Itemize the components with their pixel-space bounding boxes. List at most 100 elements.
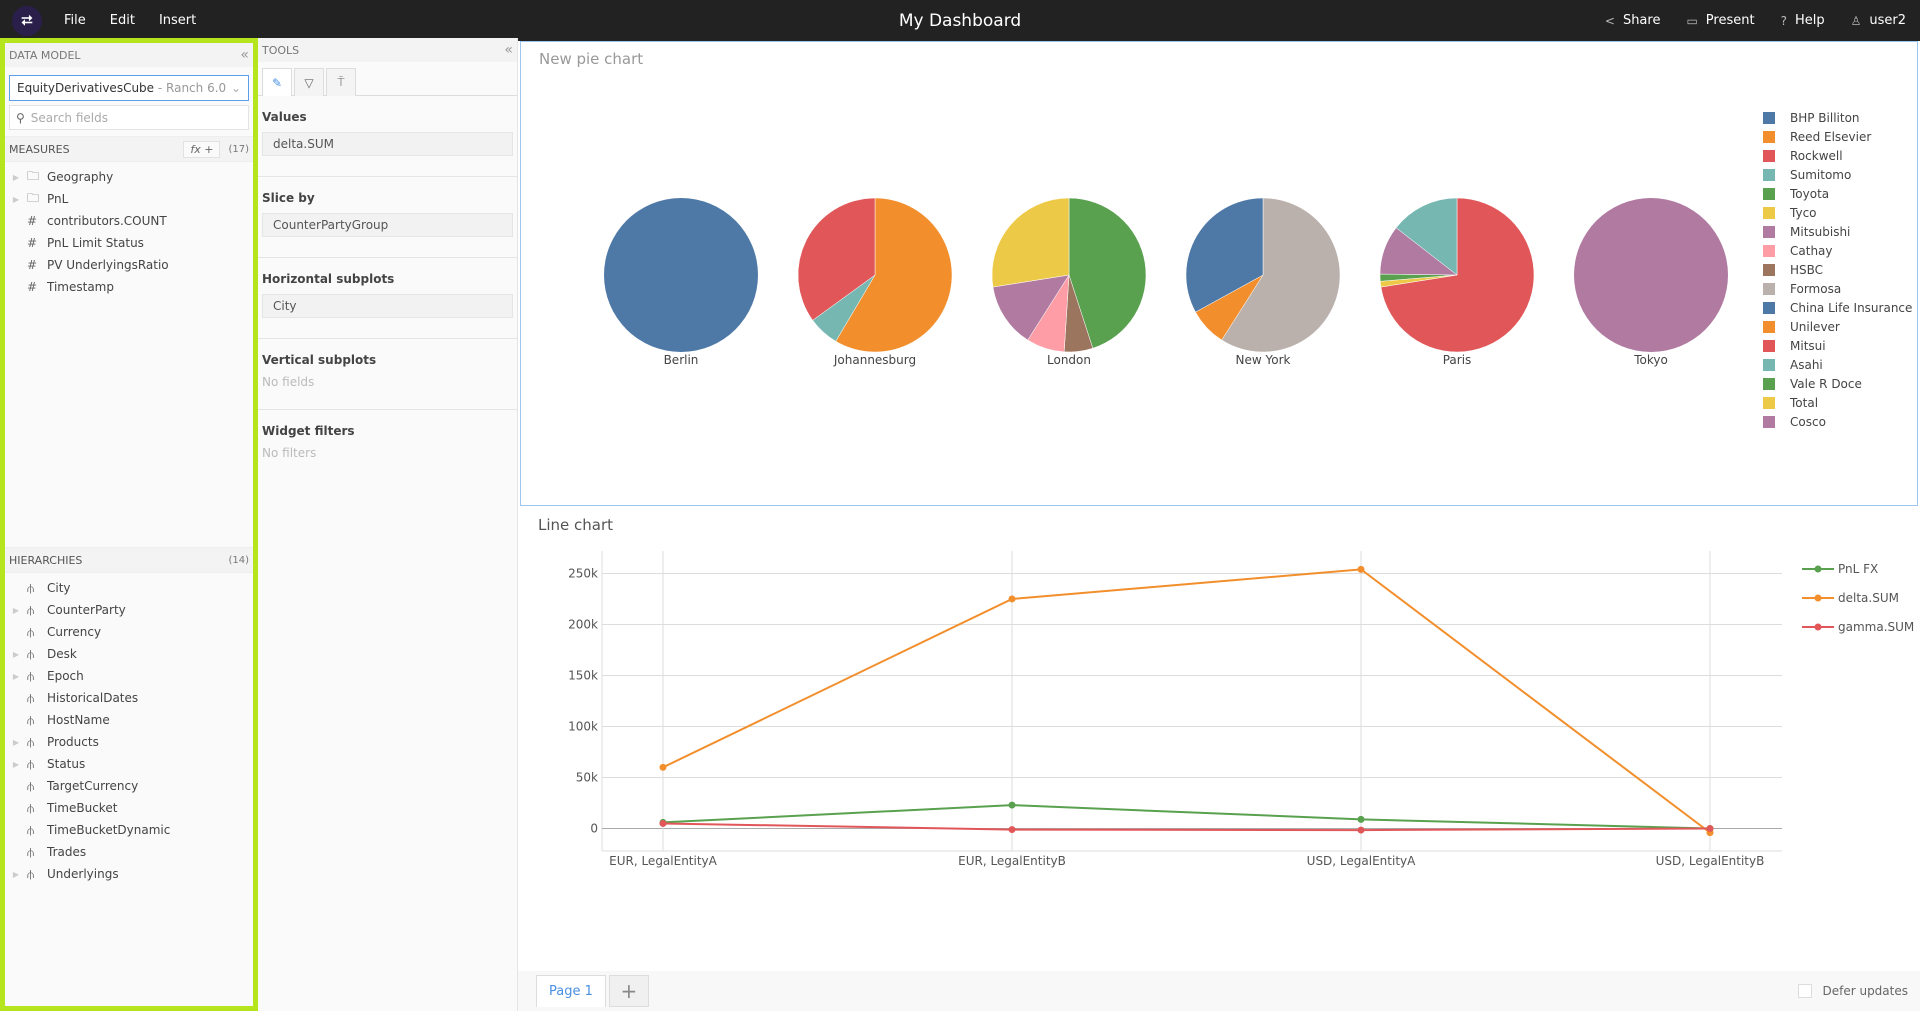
hierarchy-item[interactable]: ⫛ HistoricalDates [5,687,253,709]
hierarchy-item[interactable]: ⫛ City [5,577,253,599]
data-point[interactable] [1008,826,1016,834]
pie-chart-widget[interactable]: New pie chart Berlin Johannesburg London Ne… [520,41,1918,506]
pie-slice[interactable] [604,198,758,352]
present-button[interactable]: ▭ Present [1686,13,1754,28]
pie-slice[interactable] [991,197,1070,288]
data-point[interactable] [659,819,667,827]
series-line[interactable] [662,568,1711,834]
hierarchy-item[interactable]: ⫛ Trades [5,841,253,863]
hierarchy-item[interactable]: ⫛ Currency [5,621,253,643]
measure-item[interactable]: # PV UnderlyingsRatio [5,254,253,276]
expand-icon[interactable]: ▶ [5,738,27,747]
legend-label: Reed Elsevier [1790,130,1871,144]
data-point[interactable] [1008,801,1016,809]
expand-icon[interactable]: ▶ [5,606,27,615]
legend-item[interactable]: Vale R Doce [1763,377,1862,391]
legend-item[interactable]: China Life Insurance [1763,301,1912,315]
style-tab[interactable]: ⍑ [326,68,356,96]
hierarchy-item[interactable]: ▶ ⫛ Epoch [5,665,253,687]
legend-swatch [1763,245,1775,257]
legend-label: gamma.SUM [1838,620,1914,634]
help-button[interactable]: ? Help [1781,13,1825,28]
vertical-subplots-dropzone[interactable]: No fields [262,375,513,389]
data-point[interactable] [1706,825,1714,833]
defer-updates: Defer updates [1798,984,1908,998]
line-legend-item[interactable]: gamma.SUM [1802,620,1914,634]
slice-by-field-chip[interactable]: CounterPartyGroup [262,213,513,237]
app-logo-icon[interactable]: ⮂ [12,5,42,36]
hierarchy-item[interactable]: ▶ ⫛ Products [5,731,253,753]
hierarchy-item[interactable]: ⫛ TimeBucket [5,797,253,819]
hierarchy-item[interactable]: ▶ ⫛ Desk [5,643,253,665]
data-point[interactable] [1357,826,1365,834]
measure-item[interactable]: # PnL Limit Status [5,232,253,254]
legend-item[interactable]: Cathay [1763,244,1833,258]
x-tick-label: USD, LegalEntityA [1307,854,1416,868]
data-point[interactable] [1357,565,1365,573]
search-fields-input[interactable]: ⚲ Search fields [9,105,249,130]
data-point[interactable] [1008,595,1016,603]
widget-filters-dropzone[interactable]: No filters [262,446,513,460]
add-page-button[interactable]: + [608,975,649,1007]
share-button[interactable]: < Share [1605,13,1661,28]
legend-item[interactable]: Formosa [1763,282,1841,296]
legend-item[interactable]: BHP Billiton [1763,111,1860,125]
legend-item[interactable]: Total [1763,396,1818,410]
legend-item[interactable]: Rockwell [1763,149,1843,163]
legend-item[interactable]: Mitsubishi [1763,225,1850,239]
expand-icon[interactable]: ▶ [5,650,27,659]
collapse-panel-icon[interactable]: « [240,47,249,63]
expand-icon[interactable]: ▶ [5,870,27,879]
y-tick-label: 200k [568,617,598,631]
cube-name: EquityDerivativesCube [17,81,155,95]
legend-item[interactable]: Mitsui [1763,339,1826,353]
defer-updates-checkbox[interactable] [1798,984,1813,998]
measure-item[interactable]: # Timestamp [5,276,253,298]
measure-folder[interactable]: ▶ 🗀 Geography [5,166,253,188]
pie-slice[interactable] [1574,198,1728,352]
series-line[interactable] [662,804,1711,830]
menu-edit[interactable]: Edit [110,13,135,28]
legend-item[interactable]: Asahi [1763,358,1823,372]
hierarchy-item[interactable]: ▶ ⫛ Underlyings [5,863,253,885]
measure-folder[interactable]: ▶ 🗀 PnL [5,188,253,210]
collapse-tools-icon[interactable]: « [504,42,513,58]
legend-label: Unilever [1790,320,1840,334]
hierarchy-item[interactable]: ▶ ⫛ Status [5,753,253,775]
hierarchy-item[interactable]: ▶ ⫛ CounterParty [5,599,253,621]
add-calculated-measure-button[interactable]: fx + [183,140,221,158]
menu-file[interactable]: File [64,13,86,28]
line-legend-item[interactable]: delta.SUM [1802,591,1899,605]
legend-item[interactable]: Cosco [1763,415,1826,429]
line-legend-item[interactable]: PnL FX [1802,562,1878,576]
widget-filters-section: Widget filters No filters [258,410,517,480]
data-point[interactable] [659,763,667,771]
expand-icon[interactable]: ▶ [5,173,27,182]
legend-item[interactable]: Sumitomo [1763,168,1851,182]
hierarchy-item[interactable]: ⫛ HostName [5,709,253,731]
legend-swatch [1763,188,1775,200]
menu-insert[interactable]: Insert [159,13,196,28]
measure-item[interactable]: # contributors.COUNT [5,210,253,232]
user-menu-button[interactable]: ♙ user2 [1851,13,1906,28]
legend-item[interactable]: Reed Elsevier [1763,130,1871,144]
edit-tab[interactable]: ✎ [262,68,292,96]
hash-icon: # [27,280,38,294]
line-chart-widget[interactable]: 0 50k 100k 150k 200k 250k EUR, LegalEntityA EUR… [520,506,1918,1012]
values-field-chip[interactable]: delta.SUM [262,132,513,156]
hierarchy-item[interactable]: ⫛ TimeBucketDynamic [5,819,253,841]
expand-icon[interactable]: ▶ [5,672,27,681]
legend-item[interactable]: Unilever [1763,320,1840,334]
expand-icon[interactable]: ▶ [5,760,27,769]
legend-item[interactable]: Tyco [1763,206,1817,220]
filters-tab[interactable]: ▽ [294,68,324,96]
cube-selector[interactable]: EquityDerivativesCube - Ranch 6.0 ⌄ [9,75,249,101]
horizontal-subplots-field-chip[interactable]: City [262,294,513,318]
legend-item[interactable]: HSBC [1763,263,1823,277]
legend-item[interactable]: Toyota [1763,187,1829,201]
legend-label: Asahi [1790,358,1823,372]
page-tab[interactable]: Page 1 [536,975,606,1007]
hierarchy-item[interactable]: ⫛ TargetCurrency [5,775,253,797]
data-point[interactable] [1357,815,1365,823]
expand-icon[interactable]: ▶ [5,195,27,204]
